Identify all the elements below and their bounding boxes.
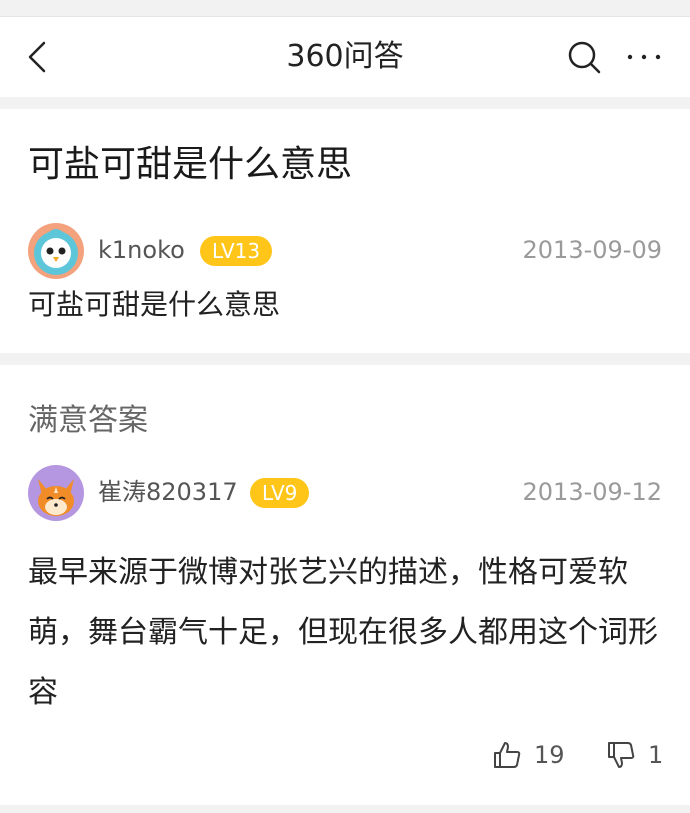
divider <box>0 97 690 109</box>
answer-author: 崔涛820317 LV9 2013-09-12 <box>28 465 662 521</box>
post-date: 2013-09-09 <box>522 236 662 264</box>
nav-bar: 360问答 <box>0 16 690 97</box>
thumbs-up-icon <box>494 742 521 768</box>
search-button[interactable] <box>566 39 602 75</box>
level-badge: LV9 <box>250 478 310 508</box>
thumbs-down-icon <box>608 742 635 768</box>
status-strip <box>0 0 690 16</box>
question-author: k1noko LV13 2013-09-09 <box>28 223 662 279</box>
more-icon <box>627 54 661 60</box>
like-button[interactable]: 19 <box>492 735 565 775</box>
avatar[interactable] <box>28 465 84 521</box>
search-icon <box>568 41 601 74</box>
best-answer-label: 满意答案 <box>28 403 148 438</box>
avatar[interactable] <box>28 223 84 279</box>
question-card: 可盐可甜是什么意思 k1noko LV13 2013-09-09 可盐可甜是什么… <box>0 109 690 353</box>
username[interactable]: 崔涛820317 <box>98 477 238 507</box>
post-date: 2013-09-12 <box>522 478 662 506</box>
bird-avatar-icon <box>28 223 84 279</box>
username[interactable]: k1noko <box>98 235 185 265</box>
fox-avatar-icon <box>28 465 84 521</box>
dislike-count: 1 <box>648 741 664 769</box>
level-badge: LV13 <box>200 236 273 266</box>
answer-body: 最早来源于微博对张艺兴的描述，性格可爱软萌，舞台霸气十足，但现在很多人都用这个词… <box>28 555 658 710</box>
question-title: 可盐可甜是什么意思 <box>28 144 353 185</box>
question-body: 可盐可甜是什么意思 <box>28 288 281 321</box>
divider <box>0 353 690 365</box>
like-count: 19 <box>534 741 565 769</box>
more-button[interactable] <box>624 39 664 75</box>
dislike-button[interactable]: 1 <box>606 735 663 775</box>
answer-card: 满意答案 崔涛820317 LV9 2013-09-12 最早来源于微博对张艺兴… <box>0 365 690 805</box>
